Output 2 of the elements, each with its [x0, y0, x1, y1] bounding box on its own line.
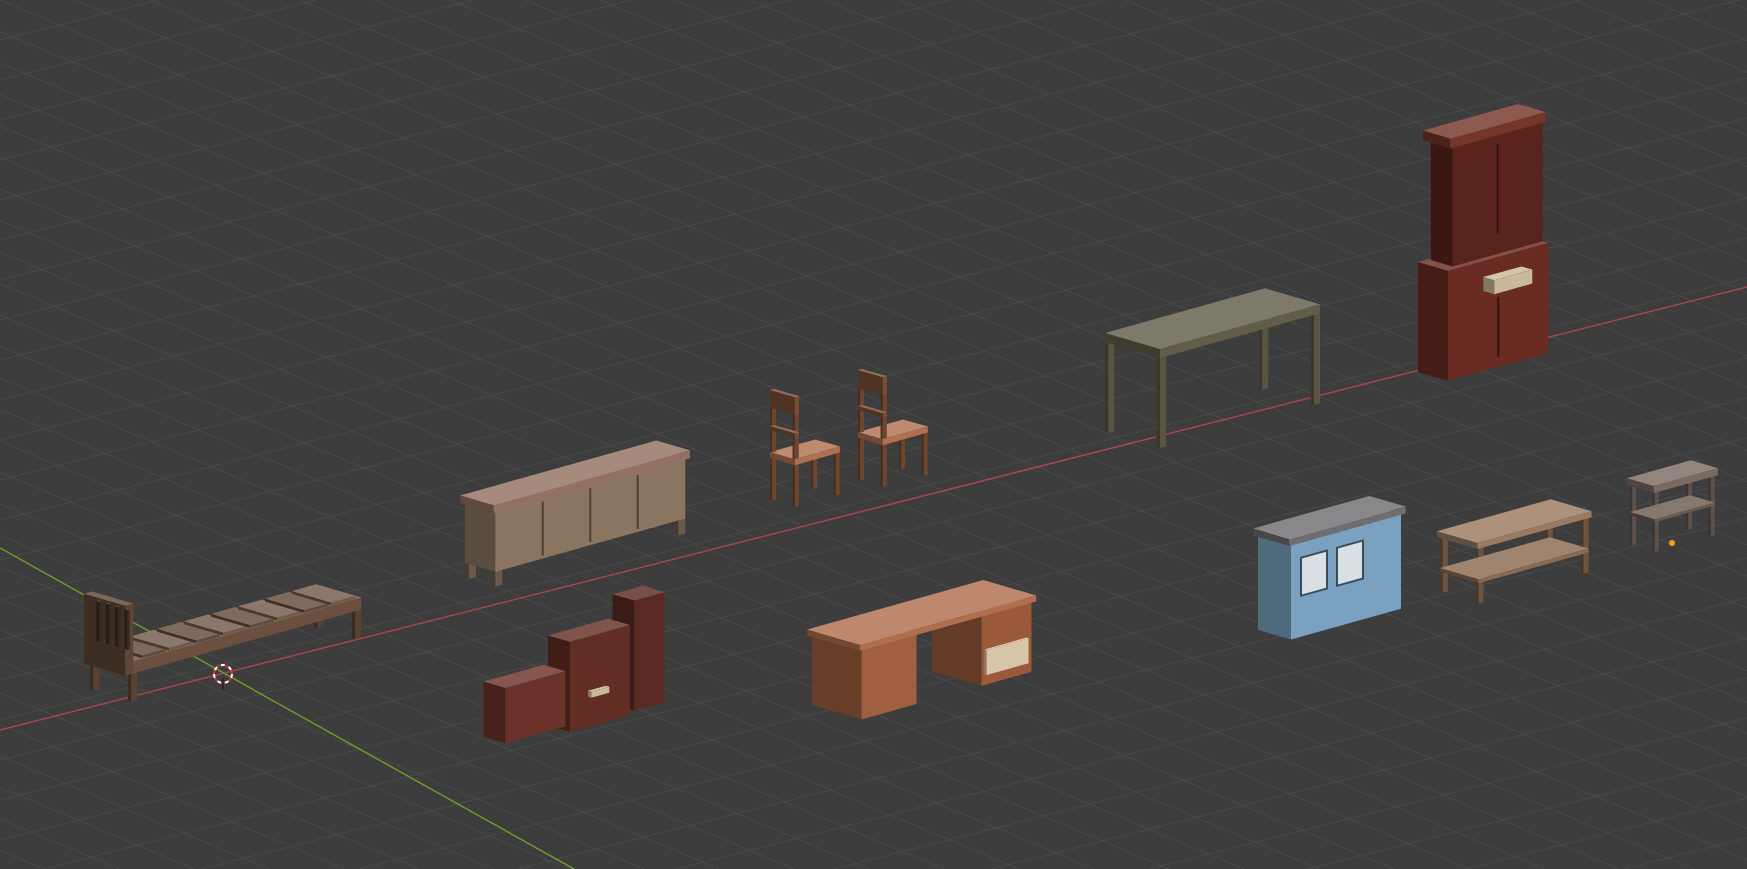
crosshair-icon — [213, 664, 233, 691]
origin-dot — [1669, 540, 1675, 546]
